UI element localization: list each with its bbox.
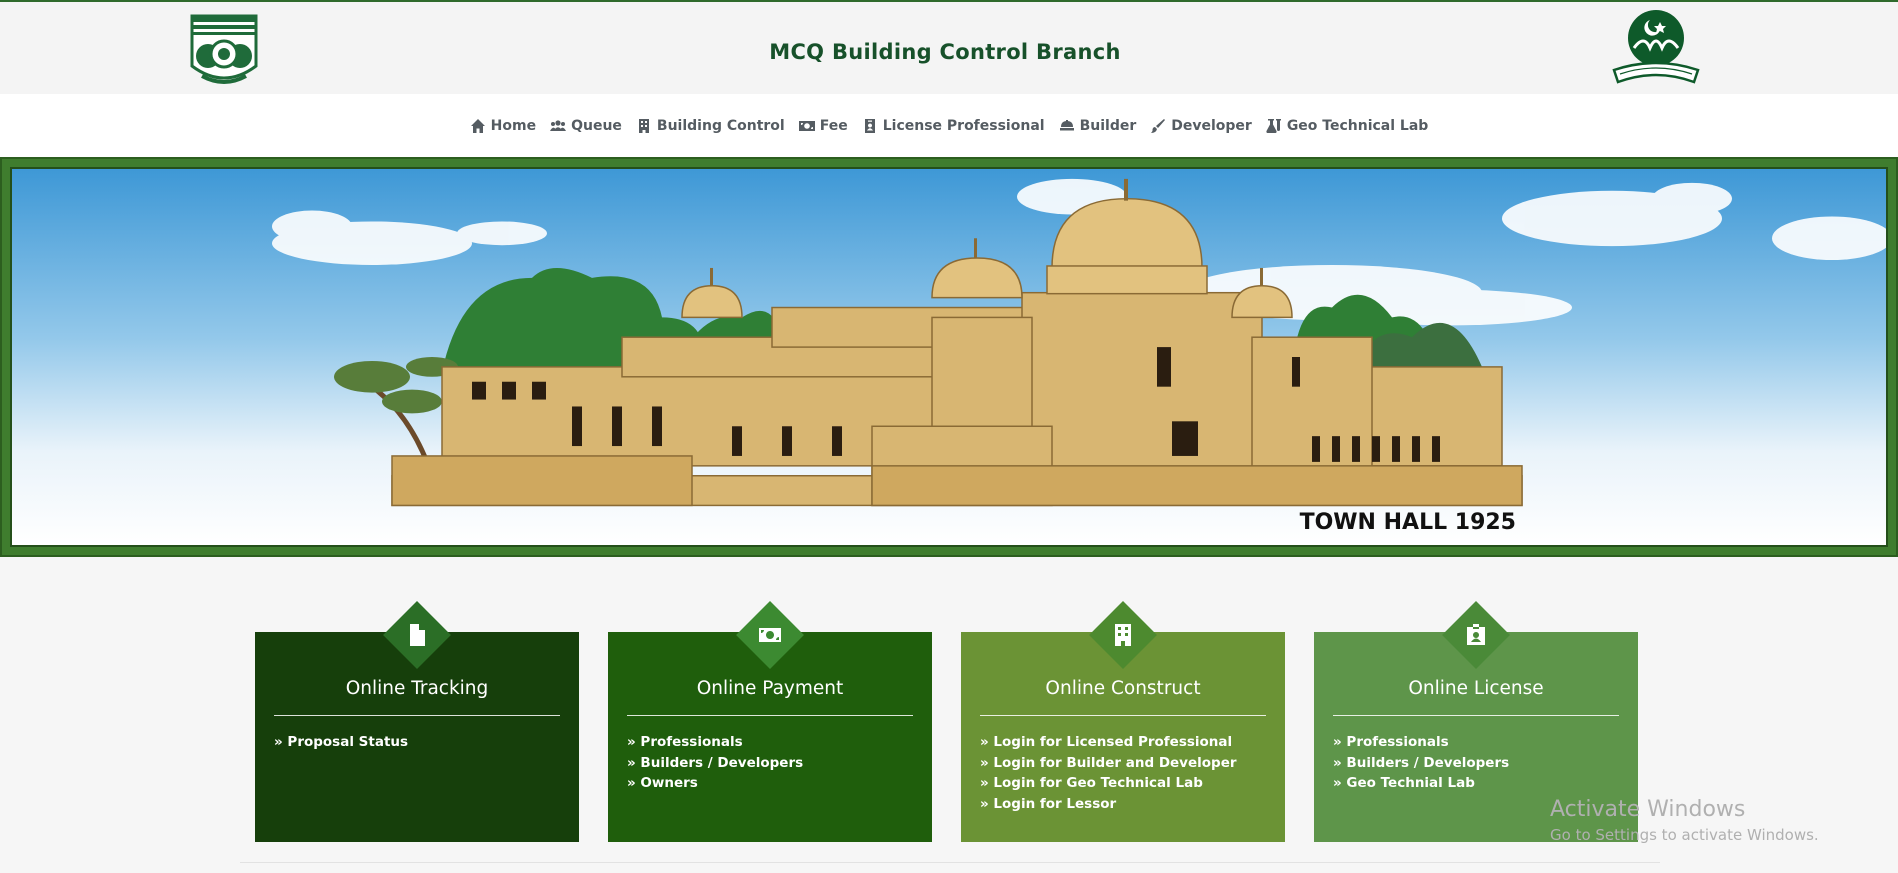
nav-item-fee[interactable]: Fee	[798, 118, 848, 134]
card-badge	[1088, 600, 1158, 670]
card-title: Online Payment	[696, 678, 844, 699]
card-links: » Professionals » Builders / Developers …	[627, 732, 803, 794]
link-payment-builders-developers[interactable]: » Builders / Developers	[627, 753, 803, 774]
nav-label: Fee	[819, 118, 848, 134]
id-badge-icon	[864, 119, 875, 133]
nav-label: License Professional	[882, 118, 1045, 134]
link-proposal-status[interactable]: » Proposal Status	[274, 732, 408, 753]
nav-label: Queue	[571, 118, 622, 134]
nav-item-developer[interactable]: Developer	[1150, 118, 1252, 134]
card-divider	[980, 715, 1266, 716]
nav-item-geo-technical-lab[interactable]: Geo Technical Lab	[1266, 118, 1429, 134]
flask-icon	[1266, 119, 1281, 133]
nav-label: Geo Technical Lab	[1286, 118, 1429, 134]
hero-banner: TOWN HALL 1925	[0, 157, 1898, 557]
card-links: » Login for Licensed Professional » Logi…	[980, 732, 1237, 814]
link-payment-owners[interactable]: » Owners	[627, 773, 803, 794]
nav-label: Builder	[1079, 118, 1137, 134]
windows-activation-watermark: Activate Windows Go to Settings to activ…	[1550, 797, 1819, 844]
link-license-builders-developers[interactable]: » Builders / Developers	[1333, 753, 1509, 774]
card-divider	[627, 715, 913, 716]
link-license-geo-technical-lab[interactable]: » Geo Technial Lab	[1333, 773, 1509, 794]
card-badge	[1441, 600, 1511, 670]
card-divider	[1333, 715, 1619, 716]
footer-divider	[240, 862, 1660, 863]
government-emblem-logo[interactable]	[1610, 8, 1702, 92]
money-bill-icon	[759, 628, 781, 642]
card-divider	[274, 715, 560, 716]
nav-item-building-control[interactable]: Building Control	[636, 118, 785, 134]
id-badge-icon	[1467, 624, 1485, 645]
banner-image-frame: TOWN HALL 1925	[10, 167, 1888, 547]
watermark-title: Activate Windows	[1550, 797, 1746, 822]
link-payment-professionals[interactable]: » Professionals	[627, 732, 803, 753]
card-title: Online License	[1408, 678, 1544, 699]
building-icon	[638, 119, 649, 133]
town-hall-illustration	[12, 169, 1886, 545]
users-icon	[550, 120, 567, 131]
card-title: Online Construct	[1045, 678, 1201, 699]
crane-icon	[1059, 120, 1074, 131]
banner-caption: TOWN HALL 1925	[1299, 510, 1516, 535]
card-badge	[382, 600, 452, 670]
card-title: Online Tracking	[345, 678, 489, 699]
link-license-professionals[interactable]: » Professionals	[1333, 732, 1509, 753]
card-links: » Professionals » Builders / Developers …	[1333, 732, 1509, 794]
site-header: MCQ Building Control Branch	[0, 0, 1898, 94]
link-login-lessor[interactable]: » Login for Lessor	[980, 794, 1237, 815]
card-online-construct[interactable]: Online Construct » Login for Licensed Pr…	[961, 601, 1285, 842]
nav-item-builder[interactable]: Builder	[1059, 118, 1137, 134]
nav-item-queue[interactable]: Queue	[550, 118, 622, 134]
site-title: MCQ Building Control Branch	[769, 40, 1121, 64]
card-online-payment[interactable]: Online Payment » Professionals » Builder…	[608, 601, 932, 842]
link-login-builder-developer[interactable]: » Login for Builder and Developer	[980, 753, 1237, 774]
nav-item-license-professional[interactable]: License Professional	[862, 118, 1045, 134]
card-links: » Proposal Status	[274, 732, 408, 753]
link-login-geo-technical-lab[interactable]: » Login for Geo Technical Lab	[980, 773, 1237, 794]
link-login-licensed-professional[interactable]: » Login for Licensed Professional	[980, 732, 1237, 753]
building-icon	[1115, 624, 1131, 646]
home-icon	[470, 119, 485, 133]
money-icon	[798, 121, 815, 131]
card-online-tracking[interactable]: Online Tracking » Proposal Status	[255, 601, 579, 842]
card-badge	[735, 600, 805, 670]
nav-item-home[interactable]: Home	[470, 118, 536, 134]
watermark-subtitle: Go to Settings to activate Windows.	[1550, 826, 1819, 844]
brush-icon	[1151, 119, 1166, 133]
nav-label: Building Control	[656, 118, 785, 134]
file-icon	[410, 624, 425, 646]
nav-label: Home	[490, 118, 537, 134]
nav-label: Developer	[1171, 118, 1252, 134]
main-navigation: Home Queue Building Control Fee License …	[0, 94, 1898, 158]
